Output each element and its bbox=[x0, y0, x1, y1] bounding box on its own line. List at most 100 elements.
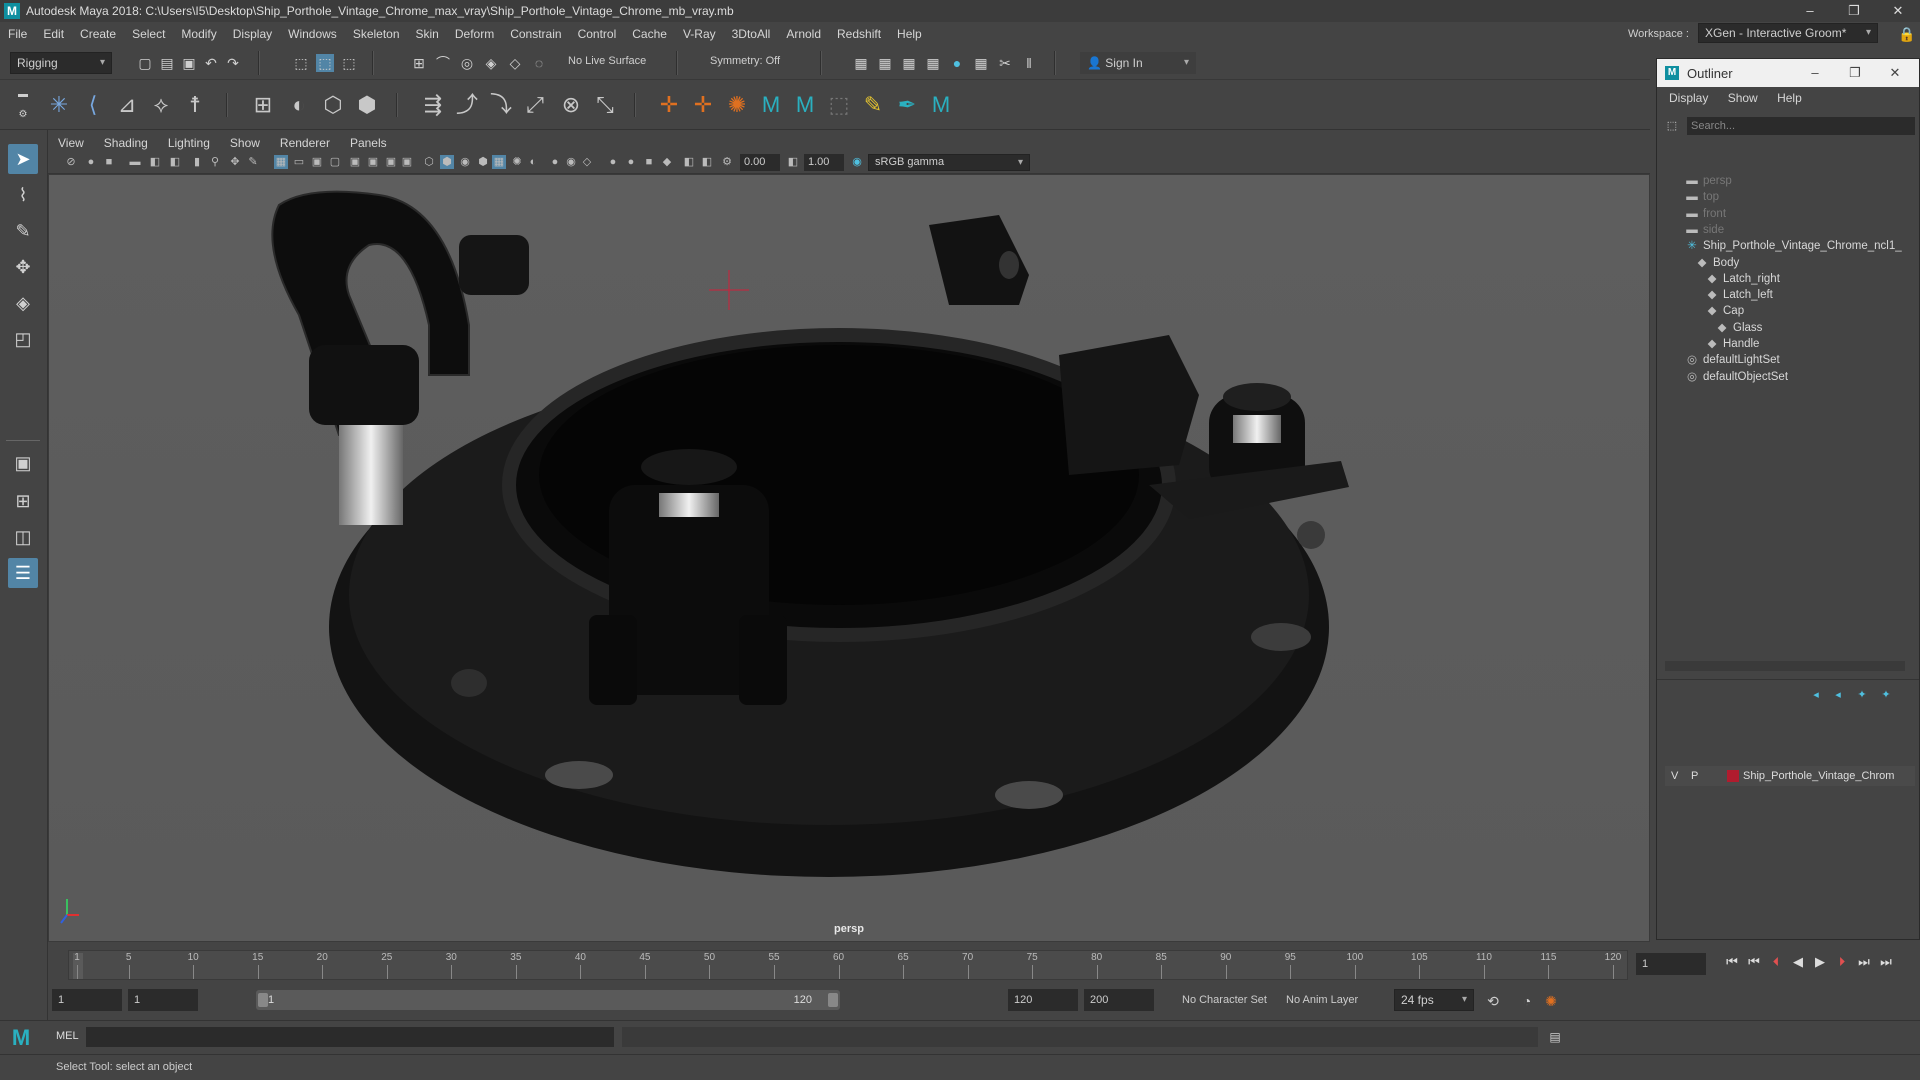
animation-start-field[interactable]: 1 bbox=[52, 989, 122, 1011]
menu-display[interactable]: Display bbox=[225, 27, 280, 41]
close-button[interactable]: ✕ bbox=[1876, 0, 1920, 22]
outliner-search-input[interactable]: Search... bbox=[1687, 117, 1915, 135]
outliner-layout-icon[interactable]: ☰ bbox=[8, 558, 38, 588]
hypershade-icon[interactable]: ● bbox=[948, 54, 966, 72]
gate-mask-icon[interactable]: ✥ bbox=[228, 155, 242, 169]
view-transform-dropdown[interactable]: sRGB gamma ▾ bbox=[868, 154, 1030, 171]
orient-constraint-icon[interactable]: ⤵ bbox=[486, 90, 516, 120]
mash-icon[interactable]: M bbox=[756, 90, 786, 120]
use-all-lights-icon[interactable]: ▦ bbox=[492, 155, 506, 169]
cluster-icon[interactable]: ◐ bbox=[284, 90, 314, 120]
camera-attributes-icon[interactable]: ⊘ bbox=[64, 155, 78, 169]
grid-icon[interactable]: ▦ bbox=[274, 155, 288, 169]
smooth-shade-icon[interactable]: ⬢ bbox=[440, 155, 454, 169]
range-handle-left[interactable] bbox=[258, 993, 268, 1007]
frame-all-icon[interactable]: ◧ bbox=[700, 155, 714, 169]
hik-icon[interactable]: ✺ bbox=[722, 90, 752, 120]
pause-icon[interactable]: ‖ bbox=[1020, 54, 1038, 72]
filter-icon[interactable]: ⬚ bbox=[1663, 117, 1681, 135]
range-bar[interactable]: 1 120 bbox=[256, 990, 840, 1010]
step-forward-frame-icon[interactable]: ⏵ bbox=[1832, 952, 1852, 972]
restore-button[interactable]: ❐ bbox=[1832, 0, 1876, 22]
wireframe-icon[interactable]: ▣ bbox=[400, 155, 414, 169]
select-hierarchy-icon[interactable]: ⬚ bbox=[292, 54, 310, 72]
shelf-settings-icon[interactable]: ⚙ bbox=[14, 106, 32, 124]
ik-spline-icon[interactable]: ⊿ bbox=[112, 90, 142, 120]
rotate-tool-icon[interactable]: ◈ bbox=[8, 288, 38, 318]
camera-lock-icon[interactable]: ● bbox=[84, 155, 98, 169]
isolate-icon[interactable]: ◐ bbox=[526, 155, 540, 169]
render-sequence-icon[interactable]: ▦ bbox=[876, 54, 894, 72]
layer-move-down-icon[interactable]: ◂ bbox=[1829, 686, 1847, 704]
menu-windows[interactable]: Windows bbox=[280, 27, 345, 41]
new-layer-selected-icon[interactable]: ✦ bbox=[1877, 686, 1895, 704]
move-tool-icon[interactable]: ✥ bbox=[8, 252, 38, 282]
menu-edit[interactable]: Edit bbox=[35, 27, 72, 41]
symmetry-label[interactable]: Symmetry: Off bbox=[710, 55, 780, 67]
exposure-icon[interactable]: ⚙ bbox=[720, 155, 734, 169]
menu-skeleton[interactable]: Skeleton bbox=[345, 27, 408, 41]
time-ruler[interactable]: 1 5 10 15 20 25 30 35 40 45 50 55 60 65 70 75 80 85 90 95 10… bbox=[68, 950, 1628, 980]
workspace-dropdown[interactable]: XGen - Interactive Groom* ▾ bbox=[1698, 23, 1878, 43]
layer-move-up-icon[interactable]: ◂ bbox=[1807, 686, 1825, 704]
menu-redshift[interactable]: Redshift bbox=[829, 27, 889, 41]
xray-active-icon[interactable]: ▣ bbox=[384, 155, 398, 169]
hud-icon[interactable]: ▢ bbox=[328, 155, 342, 169]
ipr-render-icon[interactable]: ▦ bbox=[900, 54, 918, 72]
fps-dropdown[interactable]: 24 fps ▾ bbox=[1394, 989, 1474, 1011]
field-chart-icon[interactable]: ✎ bbox=[246, 155, 260, 169]
redo-icon[interactable]: ↷ bbox=[224, 54, 242, 72]
anim-prefs-icon[interactable]: ✺ bbox=[1542, 992, 1560, 1010]
layer-visibility-toggle[interactable]: V bbox=[1671, 766, 1678, 786]
locator-constraint-icon[interactable]: ✛ bbox=[688, 90, 718, 120]
outliner-restore-button[interactable]: ❐ bbox=[1835, 59, 1875, 87]
two-view-icon[interactable]: ◫ bbox=[8, 522, 38, 552]
save-scene-icon[interactable]: ▣ bbox=[180, 54, 198, 72]
viewport-persp[interactable]: persp bbox=[48, 174, 1650, 942]
panel-menu-show[interactable]: Show bbox=[220, 136, 270, 150]
panel-menu-renderer[interactable]: Renderer bbox=[270, 136, 340, 150]
signin-button[interactable]: 👤 Sign In ▾ bbox=[1080, 52, 1196, 74]
depth-of-field-icon[interactable]: ● bbox=[606, 155, 620, 169]
step-forward-key-icon[interactable]: ⏭ bbox=[1854, 952, 1874, 972]
wireframe-shaded-icon[interactable]: ⬡ bbox=[422, 155, 436, 169]
render-settings-icon[interactable]: ▦ bbox=[924, 54, 942, 72]
range-handle-right[interactable] bbox=[828, 993, 838, 1007]
resolution-gate-icon[interactable]: ⚲ bbox=[208, 155, 222, 169]
wrap-icon[interactable]: ⬡ bbox=[318, 90, 348, 120]
panel-menu-shading[interactable]: Shading bbox=[94, 136, 158, 150]
pole-vector-icon[interactable]: ⤡ bbox=[590, 90, 620, 120]
paint-select-tool-icon[interactable]: ✎ bbox=[8, 216, 38, 246]
outliner-item[interactable]: ◎ defaultObjectSet bbox=[1685, 367, 1920, 387]
panel-menu-panels[interactable]: Panels bbox=[340, 136, 397, 150]
step-back-key-icon[interactable]: ⏮ bbox=[1744, 952, 1764, 972]
new-scene-icon[interactable]: ▢ bbox=[136, 54, 154, 72]
lock-icon[interactable]: 🔒 bbox=[1898, 25, 1916, 43]
outliner-minimize-button[interactable]: – bbox=[1795, 59, 1835, 87]
ambient-occlusion-icon[interactable]: ● bbox=[624, 155, 638, 169]
hide-icon[interactable]: ◆ bbox=[660, 155, 674, 169]
parent-constraint-icon[interactable]: ⇶ bbox=[418, 90, 448, 120]
select-camera-icon[interactable]: ◧ bbox=[682, 155, 696, 169]
go-to-start-icon[interactable]: ⏮ bbox=[1722, 952, 1742, 972]
screen-space-ao-icon[interactable]: ● bbox=[548, 155, 562, 169]
outliner-scrollbar[interactable] bbox=[1665, 661, 1905, 671]
exposure-field[interactable]: 0.00 bbox=[740, 154, 780, 171]
snap-curve-icon[interactable]: ⌒ bbox=[434, 54, 452, 72]
menu-arnold[interactable]: Arnold bbox=[778, 27, 829, 41]
play-backwards-icon[interactable]: ◀ bbox=[1788, 952, 1808, 972]
menuset-dropdown[interactable]: Rigging ▾ bbox=[10, 52, 112, 74]
panel-menu-view[interactable]: View bbox=[48, 136, 94, 150]
lasso-tool-icon[interactable]: ⌇ bbox=[8, 180, 38, 210]
scale-tool-icon[interactable]: ◰ bbox=[8, 324, 38, 354]
two-d-pan-icon[interactable]: ◧ bbox=[148, 155, 162, 169]
outliner-menu-help[interactable]: Help bbox=[1769, 87, 1810, 109]
character-set-dropdown[interactable]: No Character Set bbox=[1182, 994, 1267, 1006]
outliner-menu-show[interactable]: Show bbox=[1720, 87, 1766, 109]
bind-skin-icon[interactable]: ⟡ bbox=[146, 90, 176, 120]
textured-icon[interactable]: ⬢ bbox=[476, 155, 490, 169]
menu-vray[interactable]: V-Ray bbox=[675, 27, 724, 41]
panel-menu-lighting[interactable]: Lighting bbox=[158, 136, 220, 150]
menu-file[interactable]: File bbox=[0, 27, 35, 41]
menu-modify[interactable]: Modify bbox=[173, 27, 224, 41]
